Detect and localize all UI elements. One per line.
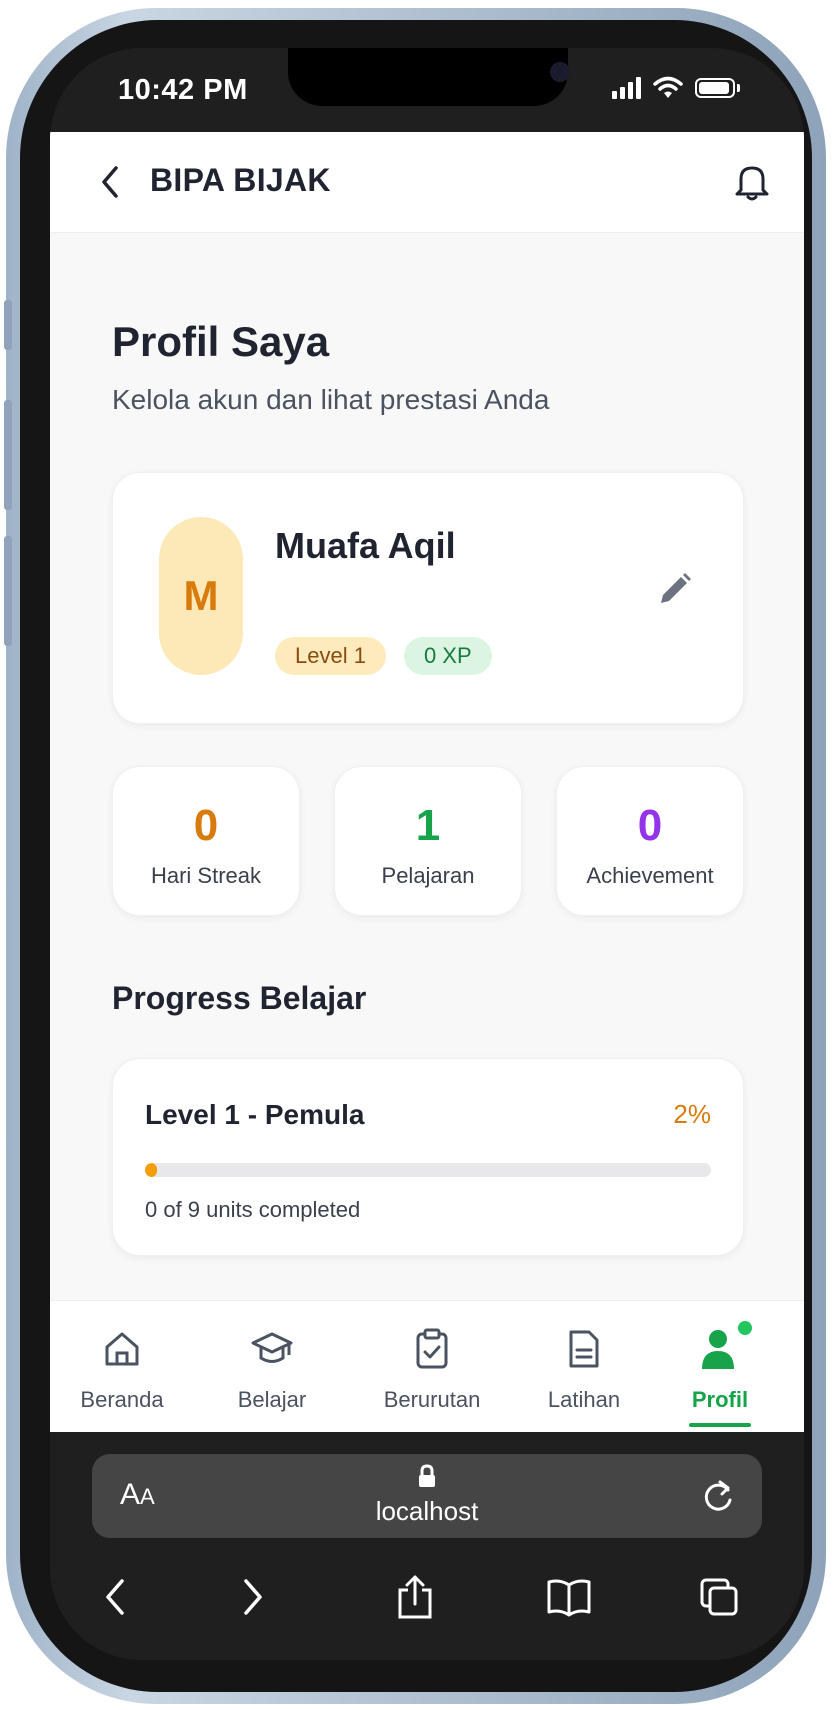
- stat-label-achievement: Achievement: [586, 863, 714, 888]
- nav-label-berurutan: Berurutan: [383, 1387, 481, 1412]
- avatar: M: [159, 517, 243, 675]
- bookmarks-button[interactable]: [544, 1572, 594, 1622]
- browser-back-button[interactable]: [90, 1572, 140, 1622]
- tabs-icon: [700, 1578, 738, 1616]
- browser-nav-tools: [50, 1562, 804, 1632]
- user-icon: [698, 1327, 742, 1371]
- progress-percent: 2%: [673, 1099, 711, 1129]
- chevron-left-icon: [106, 1579, 124, 1615]
- nav-item-berurutan[interactable]: Berurutan: [362, 1301, 502, 1433]
- address-bar[interactable]: AA localhost: [92, 1454, 762, 1538]
- pencil-icon: [661, 573, 691, 603]
- clipboard-check-icon: [410, 1327, 454, 1371]
- nav-item-beranda[interactable]: Beranda: [52, 1301, 192, 1433]
- progress-bar-fill: [145, 1163, 157, 1177]
- user-name: Muafa Aqil: [275, 525, 456, 566]
- status-bar: 10:42 PM: [50, 48, 804, 132]
- nav-item-latihan[interactable]: Latihan: [514, 1301, 654, 1433]
- wifi-icon: [653, 76, 683, 98]
- bottom-navigation: Beranda Belajar Berurutan Latihan Profil: [50, 1300, 804, 1433]
- camera-icon: [550, 62, 570, 82]
- chevron-left-icon: [102, 166, 118, 198]
- nav-label-latihan: Latihan: [547, 1387, 621, 1412]
- back-button[interactable]: [90, 162, 130, 202]
- profile-badges: Level 1 0 XP: [275, 637, 492, 675]
- phone-screen: 10:42 PM BIPA BIJAK Profil Saya Kelola a…: [50, 48, 804, 1660]
- notification-dot: [738, 1321, 752, 1335]
- progress-bar: [145, 1163, 711, 1177]
- stat-card-achievement: 0 Achievement: [556, 766, 744, 916]
- page-title: Profil Saya: [112, 318, 330, 365]
- status-icons: [612, 76, 740, 100]
- progress-level-label: Level 1 - Pemula: [145, 1099, 365, 1130]
- volume-down-button: [4, 536, 12, 646]
- volume-up-button: [4, 400, 12, 510]
- reload-button[interactable]: [700, 1476, 736, 1521]
- book-icon: [547, 1579, 591, 1617]
- document-icon: [562, 1327, 606, 1371]
- share-button[interactable]: [390, 1572, 440, 1622]
- profile-card: M Muafa Aqil Level 1 0 XP: [112, 472, 744, 724]
- active-tab-indicator: [689, 1423, 751, 1427]
- lock-icon: [417, 1464, 437, 1493]
- battery-tip: [737, 84, 740, 92]
- nav-item-belajar[interactable]: Belajar: [202, 1301, 342, 1433]
- progress-card: Level 1 - Pemula 2% 0 of 9 units complet…: [112, 1058, 744, 1256]
- nav-item-profil[interactable]: Profil: [650, 1301, 790, 1433]
- dynamic-notch: [288, 48, 570, 106]
- stat-card-streak: 0 Hari Streak: [112, 766, 300, 916]
- mute-switch: [4, 300, 12, 350]
- signal-icon: [612, 77, 641, 99]
- app-title: BIPA BIJAK: [150, 162, 331, 198]
- stat-value-achievement: 0: [637, 801, 663, 850]
- browser-forward-button[interactable]: [228, 1572, 278, 1622]
- xp-badge: 0 XP: [403, 637, 492, 675]
- battery-icon: [695, 78, 735, 98]
- url-text: localhost: [375, 1496, 479, 1526]
- progress-section-title: Progress Belajar: [112, 980, 367, 1016]
- stat-label-lessons: Pelajaran: [381, 863, 475, 888]
- status-time: 10:42 PM: [118, 74, 248, 106]
- nav-label-beranda: Beranda: [80, 1387, 164, 1412]
- level-badge: Level 1: [275, 637, 386, 675]
- graduation-cap-icon: [250, 1327, 294, 1371]
- stat-value-streak: 0: [193, 801, 219, 850]
- progress-units-note: 0 of 9 units completed: [145, 1197, 361, 1222]
- nav-label-belajar: Belajar: [237, 1387, 307, 1412]
- tabs-button[interactable]: [694, 1572, 744, 1622]
- top-app-bar: BIPA BIJAK: [50, 132, 804, 233]
- edit-profile-button[interactable]: [653, 567, 697, 611]
- nav-label-profil: Profil: [691, 1387, 749, 1412]
- home-icon: [100, 1327, 144, 1371]
- stat-card-lessons: 1 Pelajaran: [334, 766, 522, 916]
- browser-toolbar: AA localhost: [50, 1432, 804, 1660]
- page-subtitle: Kelola akun dan lihat prestasi Anda: [112, 384, 550, 415]
- bell-icon: [735, 166, 769, 201]
- notification-button[interactable]: [730, 160, 774, 204]
- app-view: BIPA BIJAK Profil Saya Kelola akun dan l…: [50, 132, 804, 1332]
- chevron-right-icon: [244, 1579, 262, 1615]
- reload-icon: [704, 1480, 732, 1511]
- share-icon: [398, 1575, 432, 1619]
- stat-label-streak: Hari Streak: [150, 863, 262, 888]
- stat-value-lessons: 1: [415, 801, 441, 850]
